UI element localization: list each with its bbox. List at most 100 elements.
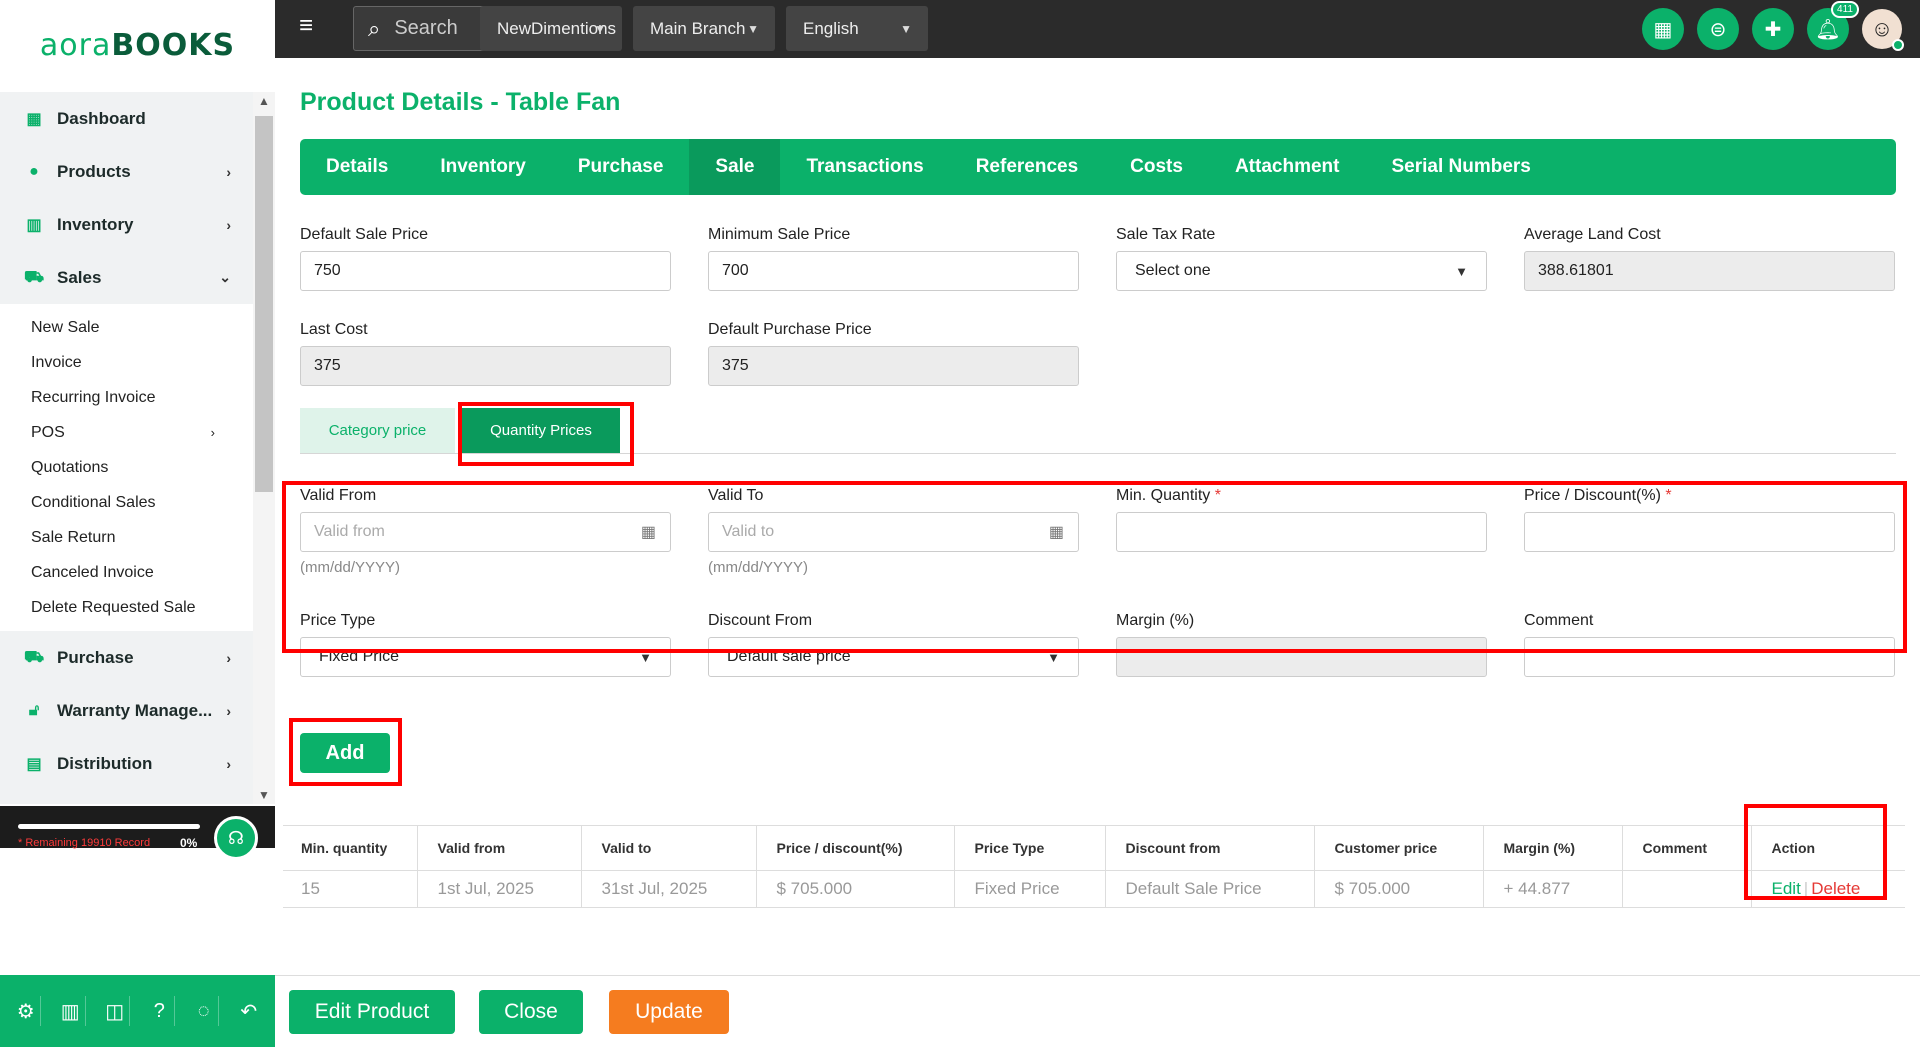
field-label: Minimum Sale Price <box>708 226 851 243</box>
min-sale-price-input[interactable]: 700 <box>708 251 1079 291</box>
help-icon[interactable]: ? <box>145 996 175 1026</box>
field-label: Average Land Cost <box>1524 226 1661 243</box>
logo-text-right: BOOKS <box>111 27 236 63</box>
user-avatar-icon: ☺ <box>1870 16 1894 41</box>
scan-icon[interactable]: ⊜ <box>1697 8 1739 50</box>
sidebar-subitem-canceled-invoice[interactable]: Canceled Invoice <box>0 555 253 590</box>
tab-category-price[interactable]: Category price <box>300 408 455 453</box>
sidebar-item-distribution[interactable]: ▤ Distribution › <box>0 737 253 790</box>
quantity-prices-table: Min. quantity Valid from Valid to Price … <box>283 825 1905 908</box>
sidebar-item-sales[interactable]: ⛟ Sales ⌄ <box>0 251 253 304</box>
sidebar-subitem-delete-requested-sale[interactable]: Delete Requested Sale <box>0 590 253 625</box>
headset-icon: ☊ <box>228 827 244 848</box>
online-status-dot <box>1892 39 1904 51</box>
calculator-icon[interactable]: ▦ <box>1642 8 1684 50</box>
sidebar-item-label: Warranty Manage... <box>57 700 213 720</box>
table-header-row: Min. quantity Valid from Valid to Price … <box>283 825 1905 871</box>
chevron-right-icon: › <box>226 755 231 772</box>
last-cost-field: Last Cost 375 <box>300 321 671 386</box>
update-button[interactable]: Update <box>609 990 729 1034</box>
cell-price-discount: $ 705.000 <box>755 870 954 908</box>
table-row: 15 1st Jul, 2025 31st Jul, 2025 $ 705.00… <box>283 870 1905 908</box>
chevron-right-icon: › <box>226 702 231 719</box>
product-tabs: Details Inventory Purchase Sale Transact… <box>300 139 1896 195</box>
tab-purchase[interactable]: Purchase <box>552 139 690 195</box>
sidebar-subitem-invoice[interactable]: Invoice <box>0 345 253 380</box>
scroll-down-icon[interactable]: ▼ <box>253 788 275 802</box>
sidebar-item-dashboard[interactable]: ▦ Dashboard <box>0 92 253 145</box>
sidebar-nav: ▦ Dashboard ● Products › ▥ Inventory › ⛟… <box>0 92 253 804</box>
sidebar-subitem-recurring-invoice[interactable]: Recurring Invoice <box>0 380 253 415</box>
field-label: Sale Tax Rate <box>1116 226 1216 243</box>
column-header: Discount from <box>1104 825 1314 871</box>
field-label: Default Sale Price <box>300 226 429 243</box>
menu-icon[interactable]: ≡ <box>299 14 321 38</box>
column-header: Min. quantity <box>283 825 417 871</box>
avatar[interactable]: ☺ <box>1862 9 1904 51</box>
footer-bar: Edit Product Close Update <box>275 975 1920 1047</box>
sidebar-subitem-conditional-sales[interactable]: Conditional Sales <box>0 485 253 520</box>
tab-inventory[interactable]: Inventory <box>414 139 552 195</box>
sidebar-item-label: Distribution <box>57 753 153 773</box>
column-header: Valid from <box>416 825 581 871</box>
default-sale-price-field: Default Sale Price 750 <box>300 226 671 291</box>
column-header: Price Type <box>953 825 1105 871</box>
close-button[interactable]: Close <box>479 990 583 1034</box>
undo-icon[interactable]: ↶ <box>234 996 264 1026</box>
column-header: Valid to <box>580 825 756 871</box>
notification-bell-icon[interactable]: 🔔︎ 411 <box>1807 1 1859 50</box>
search-icon: ⌕ <box>368 15 381 41</box>
tab-references[interactable]: References <box>950 139 1104 195</box>
avg-land-cost-field: Average Land Cost 388.61801 <box>1524 226 1895 291</box>
chevron-right-icon: › <box>226 216 231 233</box>
tab-details[interactable]: Details <box>300 139 414 195</box>
tab-attachment[interactable]: Attachment <box>1209 139 1366 195</box>
sidebar-item-inventory[interactable]: ▥ Inventory › <box>0 198 253 251</box>
sidebar-subitem-sale-return[interactable]: Sale Return <box>0 520 253 555</box>
sidebar-item-label: Products <box>57 161 131 181</box>
chevron-right-icon: › <box>226 649 231 666</box>
sidebar-subitem-label: POS <box>31 423 65 441</box>
app-logo[interactable]: aora BOOKS <box>0 0 275 90</box>
chat-icon[interactable]: ◌ <box>189 996 220 1026</box>
tab-sale[interactable]: Sale <box>689 139 781 195</box>
reports-icon[interactable]: ▥ <box>56 996 86 1026</box>
language-select-value: English <box>803 18 859 38</box>
caret-down-icon: ▼ <box>747 21 759 36</box>
sidebar-item-purchase[interactable]: ⛟ Purchase › <box>0 631 253 684</box>
record-status: * Remaining 19910 Record 0% ☊ <box>0 806 275 860</box>
sidebar-item-warranty[interactable]: 🔓︎ Warranty Manage... › <box>0 684 253 737</box>
column-header: Price / discount(%) <box>755 825 954 871</box>
remaining-records: * Remaining 19910 Record <box>18 837 151 849</box>
default-sale-price-input[interactable]: 750 <box>300 251 671 291</box>
settings-icon[interactable]: ⚙ <box>11 996 42 1026</box>
scroll-up-icon[interactable]: ▲ <box>253 94 275 108</box>
sidebar-subitem-pos[interactable]: POS › <box>0 415 253 450</box>
sidebar-item-label: Purchase <box>57 647 134 667</box>
sidebar-scrollbar[interactable]: ▲ ▼ <box>253 92 275 804</box>
add-icon[interactable]: ✚ <box>1752 8 1794 50</box>
sale-tax-rate-select[interactable]: Select one ▼ <box>1116 251 1487 291</box>
warehouse-icon: ▥ <box>26 216 42 234</box>
sidebar-subitem-quotations[interactable]: Quotations <box>0 450 253 485</box>
branch-select[interactable]: Main Branch ▼ <box>633 6 775 51</box>
highlight-box-action-column <box>1744 804 1887 900</box>
book-icon[interactable]: ◫ <box>100 996 131 1026</box>
cell-valid-to: 31st Jul, 2025 <box>580 870 756 908</box>
tab-serial-numbers[interactable]: Serial Numbers <box>1365 139 1556 195</box>
sidebar-item-products[interactable]: ● Products › <box>0 145 253 198</box>
min-sale-price-field: Minimum Sale Price 700 <box>708 226 1079 291</box>
search-placeholder: Search <box>394 17 458 39</box>
sidebar-subitem-new-sale[interactable]: New Sale <box>0 310 253 345</box>
record-percent: 0% <box>180 836 198 850</box>
caret-down-icon: ▼ <box>900 21 912 36</box>
support-chat-button[interactable]: ☊ <box>214 816 258 860</box>
tab-transactions[interactable]: Transactions <box>780 139 949 195</box>
sidebar-toolbar: ⚙ ▥ ◫ ? ◌ ↶ <box>0 975 275 1047</box>
language-select[interactable]: English ▼ <box>786 6 928 51</box>
scrollbar-thumb[interactable] <box>255 116 273 492</box>
logo-text-left: aora <box>39 27 112 63</box>
edit-product-button[interactable]: Edit Product <box>289 990 455 1034</box>
company-select[interactable]: NewDimentions ▼ <box>480 6 622 51</box>
tab-costs[interactable]: Costs <box>1104 139 1209 195</box>
